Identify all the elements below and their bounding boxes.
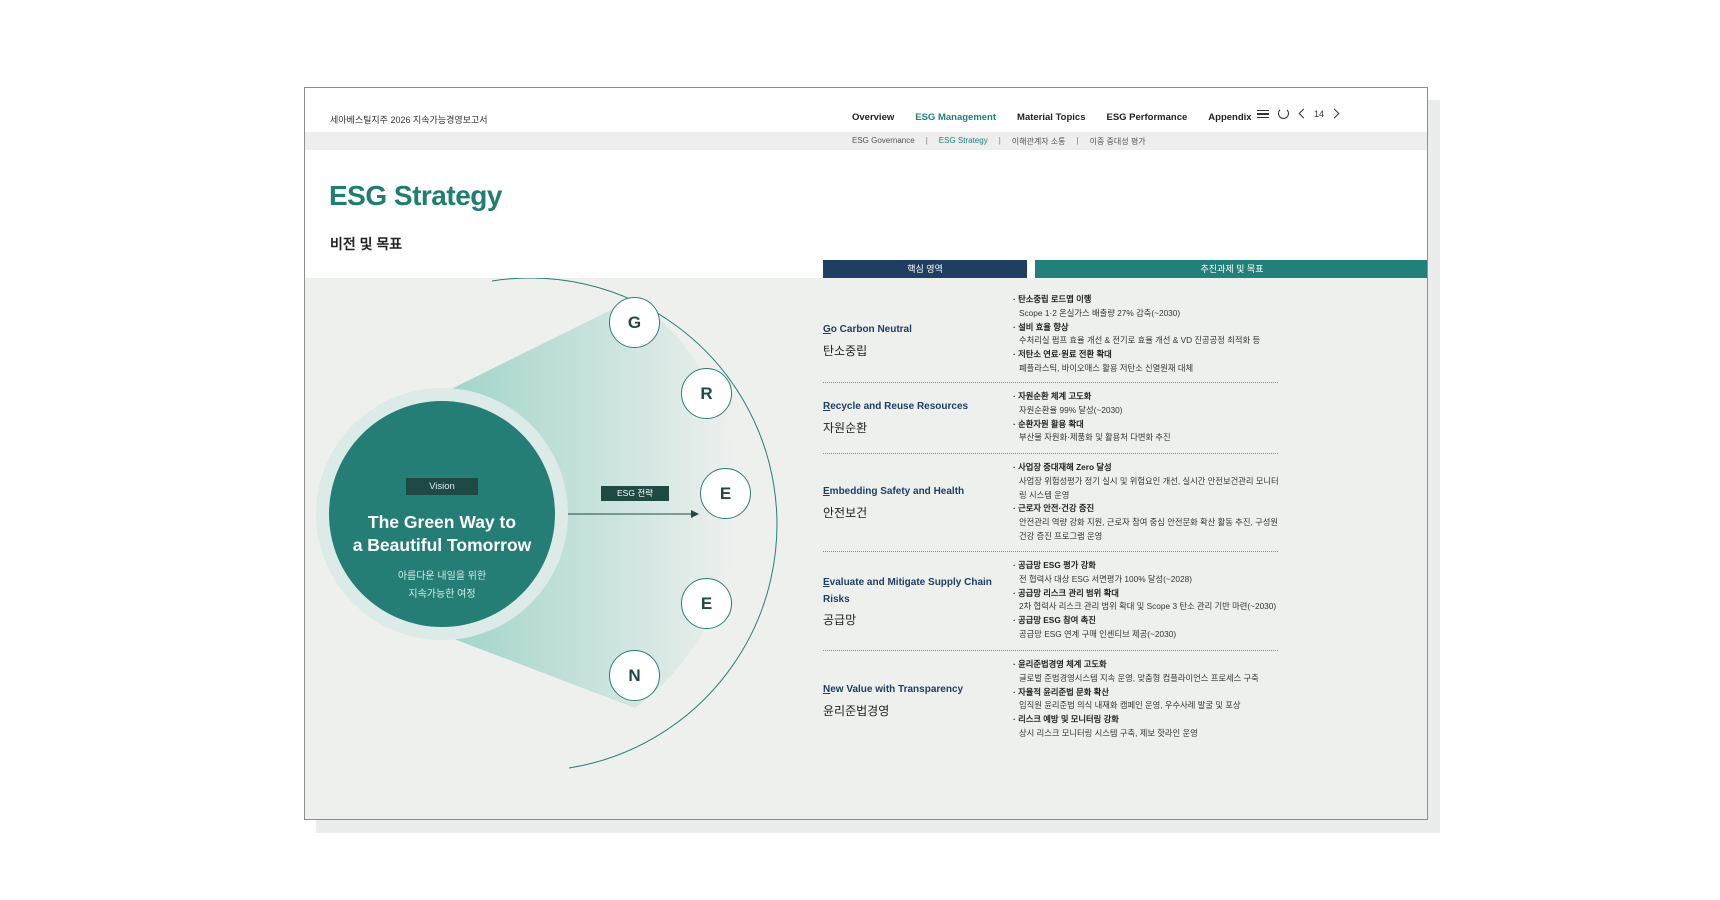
- row-title-en: Evaluate and Mitigate Supply Chain Risks: [823, 577, 992, 605]
- strategy-tag: ESG 전략: [601, 486, 669, 501]
- row-title-kr: 윤리준법경영: [823, 704, 890, 718]
- row-items: · 사업장 중대재해 Zero 달성 사업장 위험성평가 정기 실시 및 위험요인…: [1013, 462, 1279, 541]
- row-title-kr: 안전보건: [823, 506, 868, 520]
- row-items: · 공급망 ESG 평가 강화 전 협력사 대상 ESG 서면평가 100% 달성…: [1013, 560, 1277, 639]
- page-title: ESG Strategy: [329, 180, 502, 211]
- row-title-kr: 탄소중립: [823, 344, 868, 358]
- row-items: · 자원순환 체계 고도화 자원순환율 99% 달성(~2030) · 순환자원 …: [1013, 391, 1171, 443]
- subnav-esg-strategy[interactable]: ESG Strategy: [939, 136, 988, 147]
- table-row: Recycle and Reuse Resources 자원순환 · 자원순환 …: [823, 383, 1278, 454]
- nav-esg-management[interactable]: ESG Management: [915, 112, 996, 123]
- page-subtitle: 비전 및 목표: [330, 236, 403, 252]
- row-title-en: Recycle and Reuse Resources: [823, 401, 969, 412]
- page-number: 14: [1314, 108, 1325, 119]
- row-title-en: Go Carbon Neutral: [823, 324, 912, 335]
- letter-e1: E: [700, 468, 751, 519]
- letter-n: N: [609, 650, 660, 701]
- row-items: · 윤리준법경영 체계 고도화 글로벌 준법경영시스템 지속 운영, 맞춤형 컴플…: [1013, 659, 1259, 738]
- main-nav: Overview ESG Management Material Topics …: [852, 112, 1273, 123]
- row-title-kr: 자원순환: [823, 421, 868, 435]
- nav-appendix[interactable]: Appendix: [1208, 112, 1251, 123]
- vision-content: Vision The Green Way to a Beautiful Tomo…: [329, 422, 555, 648]
- subnav-materiality[interactable]: 이중 중대성 평가: [1090, 136, 1146, 147]
- subnav-stakeholder[interactable]: 이해관계자 소통: [1012, 136, 1066, 147]
- nav-esg-performance[interactable]: ESG Performance: [1106, 112, 1187, 123]
- table-row: New Value with Transparency 윤리준법경영 · 윤리준…: [823, 651, 1278, 751]
- letter-g: G: [609, 297, 660, 348]
- chevron-left-icon[interactable]: [1298, 108, 1309, 119]
- vision-subtitle: 아름다운 내일을 위한 지속가능한 여정: [397, 571, 487, 600]
- table-row: Embedding Safety and Health 안전보건 · 사업장 중…: [823, 454, 1279, 552]
- row-title-en: Embedding Safety and Health: [823, 486, 965, 497]
- refresh-icon[interactable]: [1278, 108, 1289, 119]
- letter-e2: E: [681, 578, 732, 629]
- report-page: 세아베스틸지주 2026 지속가능경영보고서 Overview ESG Mana…: [304, 87, 1428, 820]
- nav-material-topics[interactable]: Material Topics: [1017, 112, 1085, 123]
- column-header-task: 추진과제 및 목표: [1035, 260, 1427, 278]
- subnav-esg-governance[interactable]: ESG Governance: [852, 136, 915, 147]
- page-controls: 14: [1257, 108, 1340, 119]
- vision-title: The Green Way to a Beautiful Tomorrow: [352, 512, 532, 555]
- menu-icon[interactable]: [1257, 109, 1269, 119]
- table-row: Evaluate and Mitigate Supply Chain Risks…: [823, 552, 1278, 651]
- row-title-en: New Value with Transparency: [823, 684, 964, 695]
- sub-nav: ESG Governance | ESG Strategy | 이해관계자 소통…: [305, 132, 1427, 150]
- column-header-core: 핵심 영역: [823, 260, 1027, 278]
- row-items: · 탄소중립 로드맵 이행 Scope 1·2 온실가스 배출량 27% 감축(~…: [1013, 294, 1261, 373]
- table-row: Go Carbon Neutral 탄소중립 · 탄소중립 로드맵 이행 Scop…: [823, 286, 1278, 383]
- row-title-kr: 공급망: [823, 613, 857, 627]
- chevron-right-icon[interactable]: [1329, 108, 1340, 119]
- vision-badge: Vision: [406, 478, 478, 495]
- letter-r: R: [681, 368, 732, 419]
- nav-overview[interactable]: Overview: [852, 112, 894, 123]
- report-title: 세아베스틸지주 2026 지속가능경영보고서: [330, 115, 488, 125]
